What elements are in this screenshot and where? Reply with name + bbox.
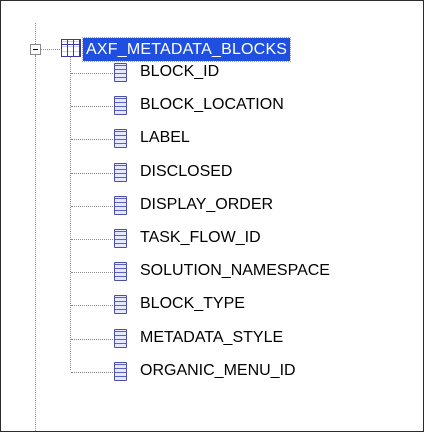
tree-column-label: BLOCK_TYPE: [140, 295, 245, 312]
tree-column-label: LABEL: [140, 129, 190, 146]
table-icon: [61, 39, 81, 57]
tree-column-label: TASK_FLOW_ID: [140, 229, 261, 246]
tree-column-label: DISCLOSED: [140, 163, 233, 180]
column-icon: [114, 96, 127, 115]
tree-guide-line: [71, 272, 113, 273]
tree-guide-line: [35, 23, 36, 44]
tree-column-label: BLOCK_LOCATION: [140, 96, 284, 113]
tree-guide-line: [41, 49, 60, 50]
column-icon: [114, 262, 127, 281]
column-icon: [114, 129, 127, 148]
column-icon: [114, 295, 127, 314]
tree-guide-line: [71, 305, 113, 306]
tree-guide-line: [71, 239, 113, 240]
tree-panel: AXF_METADATA_BLOCKS BLOCK_ID BLOCK_LOCATI…: [0, 0, 424, 432]
tree-guide-line: [70, 57, 71, 370]
column-icon: [114, 229, 127, 248]
column-icon: [114, 163, 127, 182]
tree-column-label: DISPLAY_ORDER: [140, 196, 274, 213]
tree-guide-line: [71, 106, 113, 107]
tree-guide-line: [71, 206, 113, 207]
tree-column-label: METADATA_STYLE: [140, 329, 284, 346]
collapse-toggle[interactable]: [30, 44, 41, 55]
tree-guide-line: [71, 339, 113, 340]
tree-root-node[interactable]: AXF_METADATA_BLOCKS: [81, 37, 292, 62]
minus-icon: [33, 49, 38, 50]
column-icon: [114, 63, 127, 82]
tree-guide-line: [71, 372, 113, 373]
tree-guide-line: [71, 173, 113, 174]
tree-guide-line: [71, 139, 113, 140]
tree-guide-line: [71, 73, 113, 74]
column-icon: [114, 362, 127, 381]
tree-column-label: SOLUTION_NAMESPACE: [140, 262, 330, 279]
tree-column-label: ORGANIC_MENU_ID: [140, 362, 296, 379]
tree-column-label: BLOCK_ID: [140, 63, 220, 80]
tree-guide-line: [35, 55, 36, 431]
column-icon: [114, 196, 127, 215]
column-icon: [114, 329, 127, 348]
